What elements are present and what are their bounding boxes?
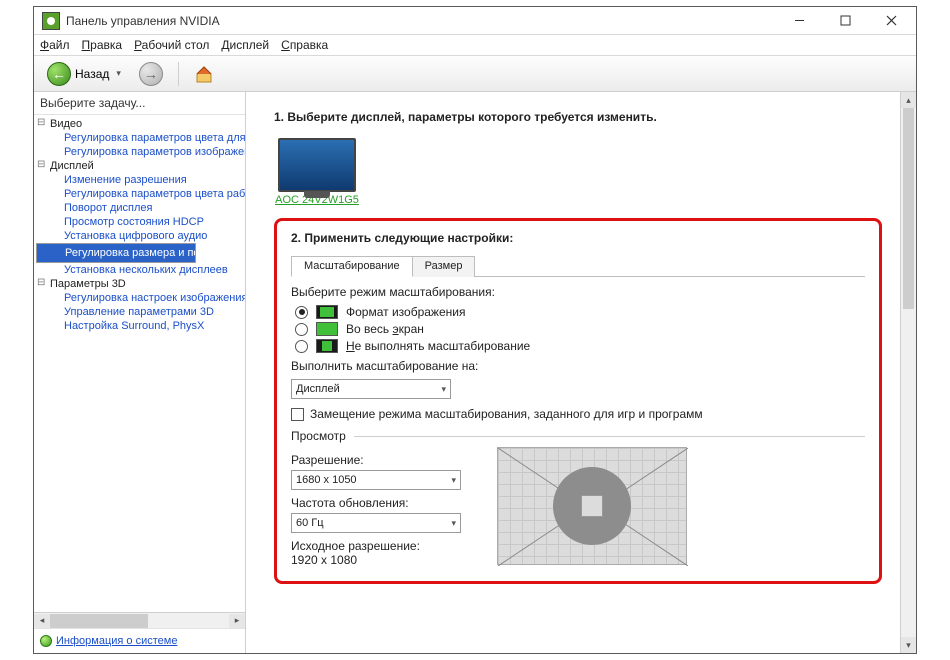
scale-on-select[interactable]: Дисплей ▾ — [291, 379, 451, 399]
toolbar: ← Назад ▾ → — [34, 56, 916, 92]
info-icon — [40, 635, 52, 647]
titlebar: Панель управления NVIDIA — [34, 7, 916, 35]
radio-label: Во весь экран — [346, 322, 424, 336]
system-info-label: Информация о системе — [56, 635, 177, 647]
tree-item[interactable]: Регулировка параметров цвета рабоче — [36, 187, 245, 201]
select-value: 60 Гц — [296, 517, 324, 529]
radio-icon — [295, 323, 308, 336]
tree-group-display[interactable]: Дисплей — [36, 159, 245, 173]
scale-on-label: Выполнить масштабирование на: — [291, 359, 865, 373]
radio-noscaling[interactable]: Не выполнять масштабирование — [291, 339, 865, 353]
tree-item[interactable]: Регулировка настроек изображения с пр — [36, 291, 245, 305]
scroll-right-icon[interactable]: ▸ — [229, 614, 245, 628]
override-checkbox-row[interactable]: Замещение режима масштабирования, заданн… — [291, 407, 865, 421]
mode-noscale-icon — [316, 339, 338, 353]
step2-title: 2. Применить следующие настройки: — [291, 231, 865, 245]
menu-help[interactable]: Справка — [281, 38, 328, 52]
radio-label: Не выполнять масштабирование — [346, 339, 530, 353]
minimize-button[interactable] — [776, 7, 822, 34]
radio-label: Формат изображения — [346, 305, 465, 319]
menu-file[interactable]: ФФайлайл — [40, 38, 70, 52]
override-label: Замещение режима масштабирования, заданн… — [310, 407, 703, 421]
scaling-preview — [497, 447, 687, 565]
tree-item[interactable]: Регулировка параметров изображения д — [36, 145, 245, 159]
native-value: 1920 x 1080 — [291, 553, 471, 567]
nvidia-control-panel-window: Панель управления NVIDIA ФФайлайл Правка… — [33, 6, 917, 654]
refresh-label: Частота обновления: — [291, 496, 471, 510]
home-icon — [194, 64, 214, 84]
settings-highlight-box: 2. Применить следующие настройки: Масшта… — [274, 218, 882, 584]
resolution-label: Разрешение: — [291, 453, 471, 467]
home-button[interactable] — [187, 61, 221, 87]
step1-title: 1. Выберите дисплей, параметры которого … — [274, 110, 882, 124]
refresh-select[interactable]: 60 Гц ▾ — [291, 513, 461, 533]
main-vscroll[interactable]: ▴ ▾ — [900, 92, 916, 653]
tab-size[interactable]: Размер — [412, 256, 476, 277]
menubar: ФФайлайл Правка Рабочий стол Дисплей Спр… — [34, 35, 916, 56]
sidebar-title: Выберите задачу... — [34, 92, 245, 115]
tree-item[interactable]: Регулировка параметров цвета для вид — [36, 131, 245, 145]
back-icon: ← — [47, 62, 71, 86]
preview-label: Просмотр — [291, 429, 346, 443]
main-pane: 1. Выберите дисплей, параметры которого … — [246, 92, 916, 653]
sidebar-hscroll[interactable]: ◂ ▸ — [34, 612, 245, 628]
nvidia-icon — [42, 12, 60, 30]
preview-divider: Просмотр — [291, 429, 865, 443]
sidebar: Выберите задачу... Видео Регулировка пар… — [34, 92, 246, 653]
select-value: 1680 x 1050 — [296, 474, 357, 486]
chevron-down-icon: ▾ — [451, 475, 456, 486]
radio-icon — [295, 340, 308, 353]
tree-item[interactable]: Установка нескольких дисплеев — [36, 263, 245, 277]
system-info-link[interactable]: Информация о системе — [34, 628, 245, 653]
window-title: Панель управления NVIDIA — [66, 14, 776, 28]
menu-edit[interactable]: Правка — [82, 38, 123, 52]
tree-item[interactable]: Настройка Surround, PhysX — [36, 319, 245, 333]
mode-fullscreen-icon — [316, 322, 338, 336]
menu-desktop[interactable]: Рабочий стол — [134, 38, 209, 52]
preview-disk-icon — [553, 467, 631, 545]
radio-aspect[interactable]: Формат изображения — [291, 305, 865, 319]
scroll-left-icon[interactable]: ◂ — [34, 614, 50, 628]
tab-scaling[interactable]: Масштабирование — [291, 256, 413, 277]
checkbox-icon — [291, 408, 304, 421]
chevron-down-icon: ▾ — [441, 384, 446, 395]
back-button[interactable]: ← Назад ▾ — [40, 59, 128, 89]
tree-group-video[interactable]: Видео — [36, 117, 245, 131]
native-resolution: Исходное разрешение: 1920 x 1080 — [291, 539, 471, 567]
tree-item[interactable]: Управление параметрами 3D — [36, 305, 245, 319]
tree-item-selected[interactable]: Регулировка размера и положения рабо — [36, 243, 196, 263]
scaling-mode-label: Выберите режим масштабирования: — [291, 285, 865, 299]
mode-aspect-icon — [316, 305, 338, 319]
back-label: Назад — [75, 67, 109, 81]
settings-tabs: Масштабирование Размер — [291, 255, 865, 277]
monitor-icon — [278, 138, 356, 192]
resolution-select[interactable]: 1680 x 1050 ▾ — [291, 470, 461, 490]
display-thumbnail[interactable]: AOC 24V2W1G5 — [274, 138, 360, 206]
menu-display[interactable]: Дисплей — [221, 38, 269, 52]
radio-icon — [295, 306, 308, 319]
scroll-down-icon[interactable]: ▾ — [901, 637, 916, 653]
chevron-down-icon: ▾ — [451, 518, 456, 529]
tree-item[interactable]: Изменение разрешения — [36, 173, 245, 187]
maximize-button[interactable] — [822, 7, 868, 34]
scroll-up-icon[interactable]: ▴ — [901, 92, 916, 108]
tree-group-3d[interactable]: Параметры 3D — [36, 277, 245, 291]
tree-item[interactable]: Установка цифрового аудио — [36, 229, 245, 243]
native-label: Исходное разрешение: — [291, 539, 471, 553]
tree-item[interactable]: Просмотр состояния HDCP — [36, 215, 245, 229]
radio-fullscreen[interactable]: Во весь экран — [291, 322, 865, 336]
close-button[interactable] — [868, 7, 914, 34]
select-value: Дисплей — [296, 383, 340, 395]
task-tree: Видео Регулировка параметров цвета для в… — [34, 115, 245, 612]
forward-icon: → — [139, 62, 163, 86]
tree-item[interactable]: Поворот дисплея — [36, 201, 245, 215]
forward-button[interactable]: → — [132, 59, 170, 89]
